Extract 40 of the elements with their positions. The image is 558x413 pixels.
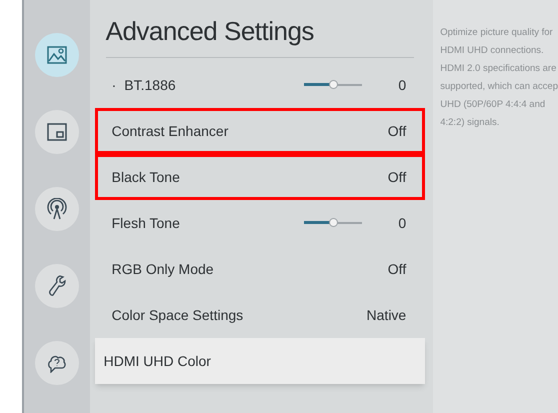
help-text-line: UHD (50P/60P 4:4:4 and bbox=[440, 98, 546, 112]
sidebar-item[interactable] bbox=[34, 187, 79, 231]
panel-title: Advanced Settings bbox=[104, 15, 315, 48]
wrench-icon bbox=[48, 275, 66, 297]
menu-item[interactable]: Flesh Tone 0 bbox=[94, 200, 426, 246]
help-text-line: Optimize picture quality for bbox=[440, 26, 554, 40]
help-text-line: supported, which can accep bbox=[440, 80, 558, 94]
menu-value: 0 bbox=[398, 76, 406, 94]
menu-value: Off bbox=[388, 168, 406, 186]
sidebar-item[interactable] bbox=[34, 341, 79, 385]
slider-thumb[interactable] bbox=[329, 80, 338, 89]
picture-icon bbox=[46, 46, 67, 64]
menu-value: 0 bbox=[398, 214, 406, 232]
menu-label: HDMI UHD Color bbox=[104, 352, 211, 370]
slider-thumb[interactable] bbox=[329, 218, 338, 227]
focused-menu-item[interactable]: HDMI UHD Color bbox=[94, 338, 426, 384]
menu-label: Color Space Settings bbox=[112, 306, 244, 325]
menu-value: Native bbox=[366, 306, 406, 324]
menu-item[interactable]: Contrast Enhancer Off bbox=[94, 108, 426, 154]
menu-label: RGB Only Mode bbox=[112, 260, 214, 279]
help-text-line: 4:2:2) signals. bbox=[440, 116, 500, 130]
bullet: · bbox=[112, 76, 116, 94]
sidebar-item[interactable] bbox=[34, 110, 79, 154]
help-text-line: HDMI 2.0 specifications are bbox=[440, 62, 558, 76]
broadcast-icon bbox=[46, 198, 67, 220]
menu-value: Off bbox=[388, 260, 406, 278]
sidebar-item[interactable] bbox=[34, 33, 79, 77]
menu-item[interactable]: Black Tone Off bbox=[94, 154, 426, 200]
menu-item[interactable]: RGB Only Mode Off bbox=[94, 246, 426, 292]
help-cloud-icon bbox=[46, 353, 67, 373]
menu-label: BT.1886 bbox=[124, 76, 176, 94]
menu-item[interactable]: Color Space Settings Native bbox=[94, 292, 426, 338]
sidebar-item[interactable] bbox=[34, 264, 79, 308]
picture-in-picture-icon bbox=[46, 123, 67, 141]
help-text-line: HDMI UHD connections. bbox=[440, 44, 545, 58]
menu-item[interactable]: · BT.1886 0 bbox=[94, 62, 426, 108]
menu-label: Black Tone bbox=[112, 168, 180, 186]
menu-label: Contrast Enhancer bbox=[112, 122, 228, 140]
menu-label: Flesh Tone bbox=[112, 214, 180, 232]
menu-value: Off bbox=[388, 122, 406, 140]
